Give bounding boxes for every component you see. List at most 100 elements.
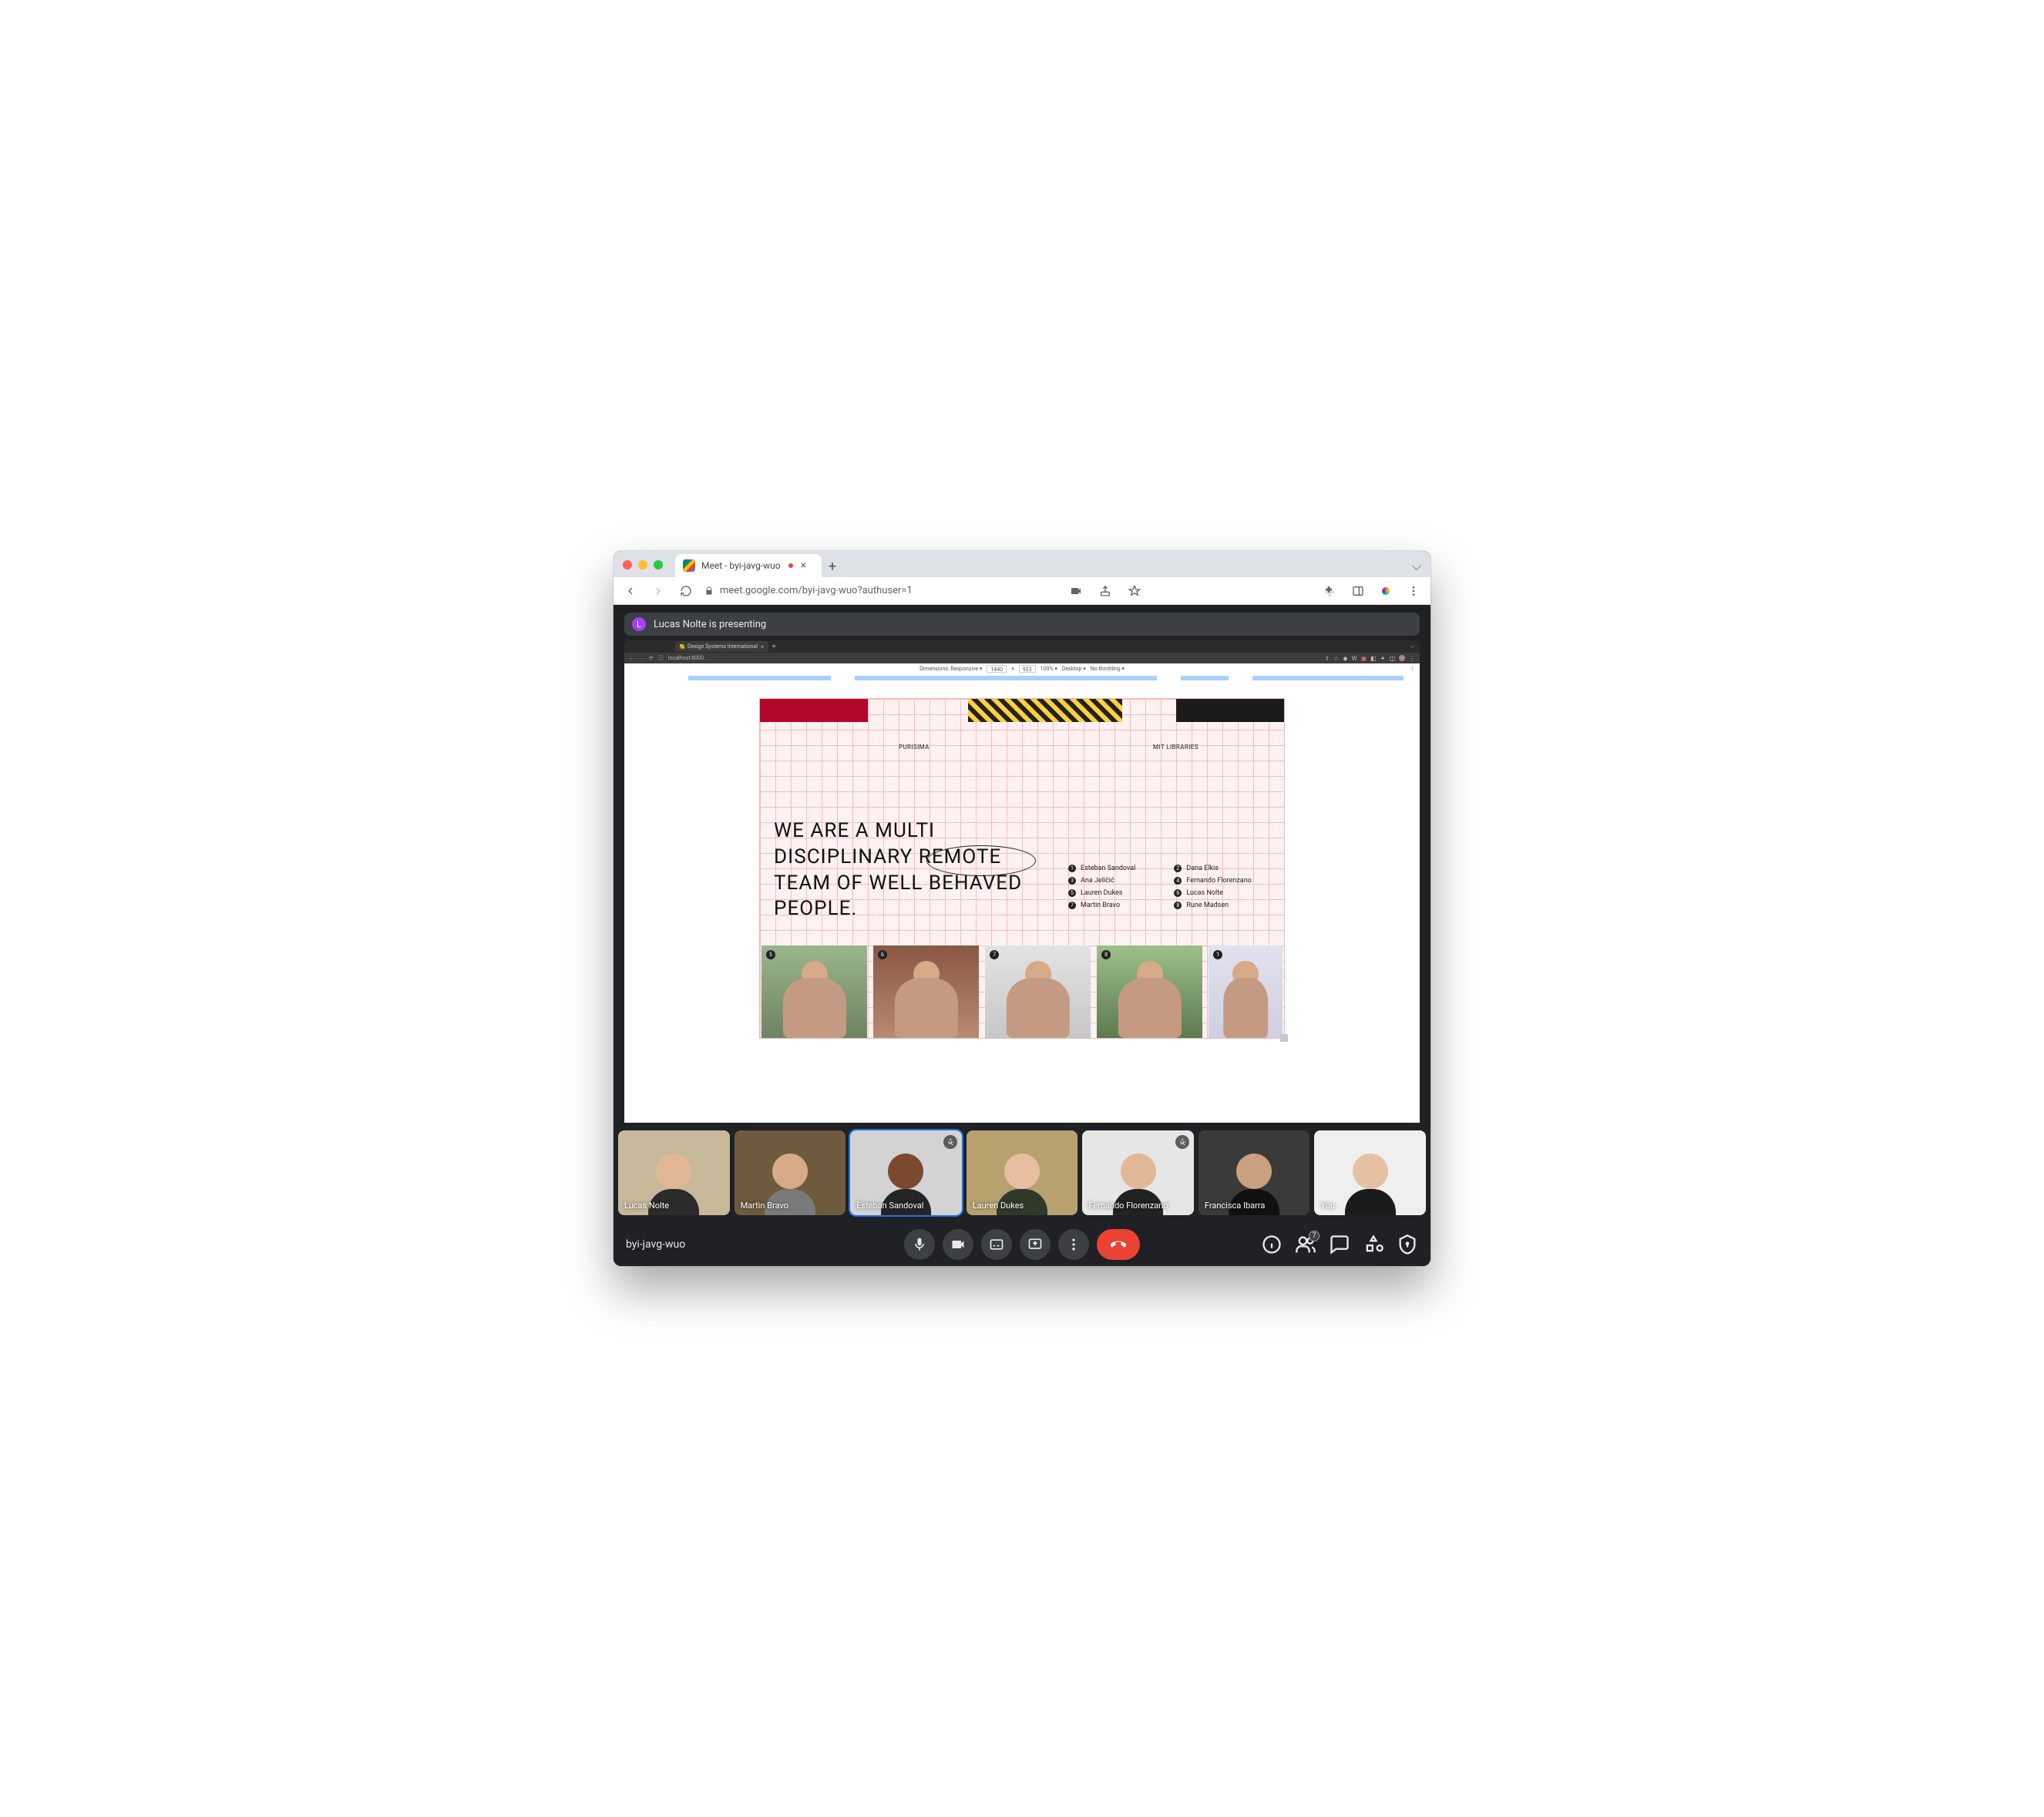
team-member: 1Esteban Sandoval <box>1068 865 1135 872</box>
team-list: 1Esteban Sandoval3Ana Jeličić5Lauren Duk… <box>1068 865 1252 909</box>
back-button[interactable] <box>621 582 640 600</box>
camera-indicator-icon[interactable] <box>1067 582 1085 600</box>
participant-name: Lauren Dukes <box>973 1201 1024 1211</box>
muted-icon <box>943 1135 957 1149</box>
team-number-badge: 6 <box>1174 889 1182 897</box>
presented-page: PURISIMA MIT LIBRARIES WE ARE A MULTI DI… <box>624 683 1420 1123</box>
participant-name: Fernando Florenzano <box>1088 1201 1168 1211</box>
photo-number-badge: 6 <box>878 950 887 959</box>
inner-puzzle-icon: ✦ <box>1380 655 1386 662</box>
tab-strip: Meet - byi-javg-wuo × + ⌵ <box>614 551 1430 577</box>
tab-close-icon[interactable]: × <box>801 559 806 572</box>
sidepanel-icon[interactable] <box>1349 582 1367 600</box>
window-zoom[interactable] <box>654 560 663 569</box>
inner-profile-avatar <box>1399 655 1405 661</box>
project-thumb-3 <box>1176 699 1284 722</box>
host-controls-button[interactable] <box>1397 1234 1418 1255</box>
inner-back-icon: ← <box>629 655 634 661</box>
meeting-code: byi-javg-wuo <box>626 1238 685 1251</box>
window-close[interactable] <box>623 560 632 569</box>
reload-button[interactable] <box>677 582 695 600</box>
participant-name: Esteban Sandoval <box>856 1201 923 1211</box>
meet-app: L Lucas Nolte is presenting Design Syste… <box>614 613 1430 1266</box>
muted-icon <box>1175 1135 1189 1149</box>
page-headline: WE ARE A MULTI DISCIPLINARY REMOTE TEAM … <box>774 818 1059 922</box>
inner-ext-icon-3: ▣ <box>1361 655 1367 662</box>
team-member: 3 Ana Jeličić <box>1068 877 1135 885</box>
devtools-device: Desktop ▾ <box>1062 666 1086 672</box>
inner-reload-icon: ⟳ <box>649 655 654 661</box>
team-number-badge: 8 <box>1174 902 1182 909</box>
forward-button[interactable] <box>649 582 667 600</box>
mic-button[interactable] <box>904 1229 935 1260</box>
browser-tab[interactable]: Meet - byi-javg-wuo × <box>675 554 822 577</box>
tab-recording-indicator <box>787 562 795 569</box>
inner-new-tab-icon: + <box>772 643 776 651</box>
shared-screen: Design Systems International × + ⌵ ← → ⟳… <box>624 640 1420 1123</box>
chrome-menu-icon[interactable] <box>1404 582 1423 600</box>
camera-button[interactable] <box>943 1229 973 1260</box>
bookmark-star-icon[interactable] <box>1125 582 1144 600</box>
participant-tile[interactable]: Francisca Ibarra <box>1198 1130 1310 1215</box>
participant-tile[interactable]: Lucas Nolte <box>618 1130 730 1215</box>
inner-ext-icon-1: ◆ <box>1343 655 1347 662</box>
team-member: 2Dana Elkis <box>1174 865 1251 872</box>
activities-button[interactable] <box>1363 1234 1384 1255</box>
captions-button[interactable] <box>981 1229 1012 1260</box>
participant-filmstrip: Lucas Nolte Martin Bravo Esteban Sandova… <box>614 1123 1430 1223</box>
inner-ext-icon-2: W <box>1352 655 1357 662</box>
omnibar: meet.google.com/byi-javg-wuo?authuser=1 <box>614 577 1430 605</box>
lock-icon <box>704 586 714 596</box>
team-member: 4Fernando Florenzano <box>1174 877 1251 885</box>
inner-tabs-dropdown-icon: ⌵ <box>1410 643 1415 650</box>
meeting-details-button[interactable] <box>1261 1234 1283 1255</box>
project-label-2: MIT LIBRARIES <box>1153 744 1198 751</box>
profile-avatar[interactable] <box>1378 583 1393 599</box>
devtools-menu-icon: ⋮ <box>1410 666 1415 672</box>
team-member-name: Ana Jeličić <box>1081 877 1114 885</box>
hangup-button[interactable] <box>1097 1229 1140 1260</box>
participant-name: Lucas Nolte <box>624 1201 669 1211</box>
devtools-throttle: No throttling ▾ <box>1091 666 1125 672</box>
team-member-name: Dana Elkis <box>1186 865 1219 872</box>
participant-name: Martin Bravo <box>741 1201 788 1211</box>
devtools-height: 923 <box>1019 665 1036 673</box>
participant-tile[interactable]: Esteban Sandoval <box>850 1130 962 1215</box>
project-thumb-1 <box>760 699 868 722</box>
inner-omnibar: ← → ⟳ ⓘ localhost:8000 ⇪ ☆ ◆ W ▣ ◧ ✦ ◫ <box>624 653 1420 663</box>
participant-tile[interactable]: Lauren Dukes <box>967 1130 1078 1215</box>
devtools-dimensions: Dimensions: Responsive ▾ <box>919 666 982 672</box>
inner-star-icon: ☆ <box>1333 655 1339 662</box>
presenter-avatar: L <box>632 617 646 631</box>
window-minimize[interactable] <box>638 560 647 569</box>
inner-menu-icon: ⋮ <box>1409 655 1415 662</box>
team-photo: 8 <box>1097 945 1202 1038</box>
presenter-label: Lucas Nolte is presenting <box>654 619 766 630</box>
more-options-button[interactable] <box>1058 1229 1089 1260</box>
share-icon[interactable] <box>1096 582 1114 600</box>
tabs-dropdown-icon[interactable]: ⌵ <box>1412 559 1421 574</box>
new-tab-button[interactable]: + <box>822 556 843 577</box>
inner-browser-tab: Design Systems International × <box>675 641 768 652</box>
participant-tile[interactable]: Martin Bravo <box>735 1130 846 1215</box>
participant-name: Francisca Ibarra <box>1205 1201 1265 1211</box>
project-thumbnails <box>760 699 1284 722</box>
devtools-ruler <box>624 674 1420 683</box>
team-number-badge: 3 <box>1068 877 1076 885</box>
team-member: 8Rune Madsen <box>1174 902 1251 909</box>
team-photo: 1 <box>1209 945 1283 1038</box>
team-photo-row: 56781 <box>760 945 1284 1038</box>
people-button[interactable]: 7 <box>1295 1234 1316 1255</box>
participant-tile[interactable]: You <box>1314 1130 1426 1215</box>
team-photo: 6 <box>873 945 979 1038</box>
participant-name: You <box>1320 1201 1335 1211</box>
chat-button[interactable] <box>1329 1234 1350 1255</box>
team-member: 6Lucas Nolte <box>1174 889 1251 897</box>
present-button[interactable] <box>1020 1229 1051 1260</box>
bottom-bar: byi-javg-wuo 7 <box>614 1223 1430 1266</box>
participant-tile[interactable]: Fernando Florenzano <box>1082 1130 1194 1215</box>
address-bar[interactable]: meet.google.com/byi-javg-wuo?authuser=1 <box>704 585 1057 596</box>
team-member-name: Esteban Sandoval <box>1081 865 1135 872</box>
window-traffic-lights[interactable] <box>623 560 663 569</box>
extensions-icon[interactable] <box>1320 582 1338 600</box>
